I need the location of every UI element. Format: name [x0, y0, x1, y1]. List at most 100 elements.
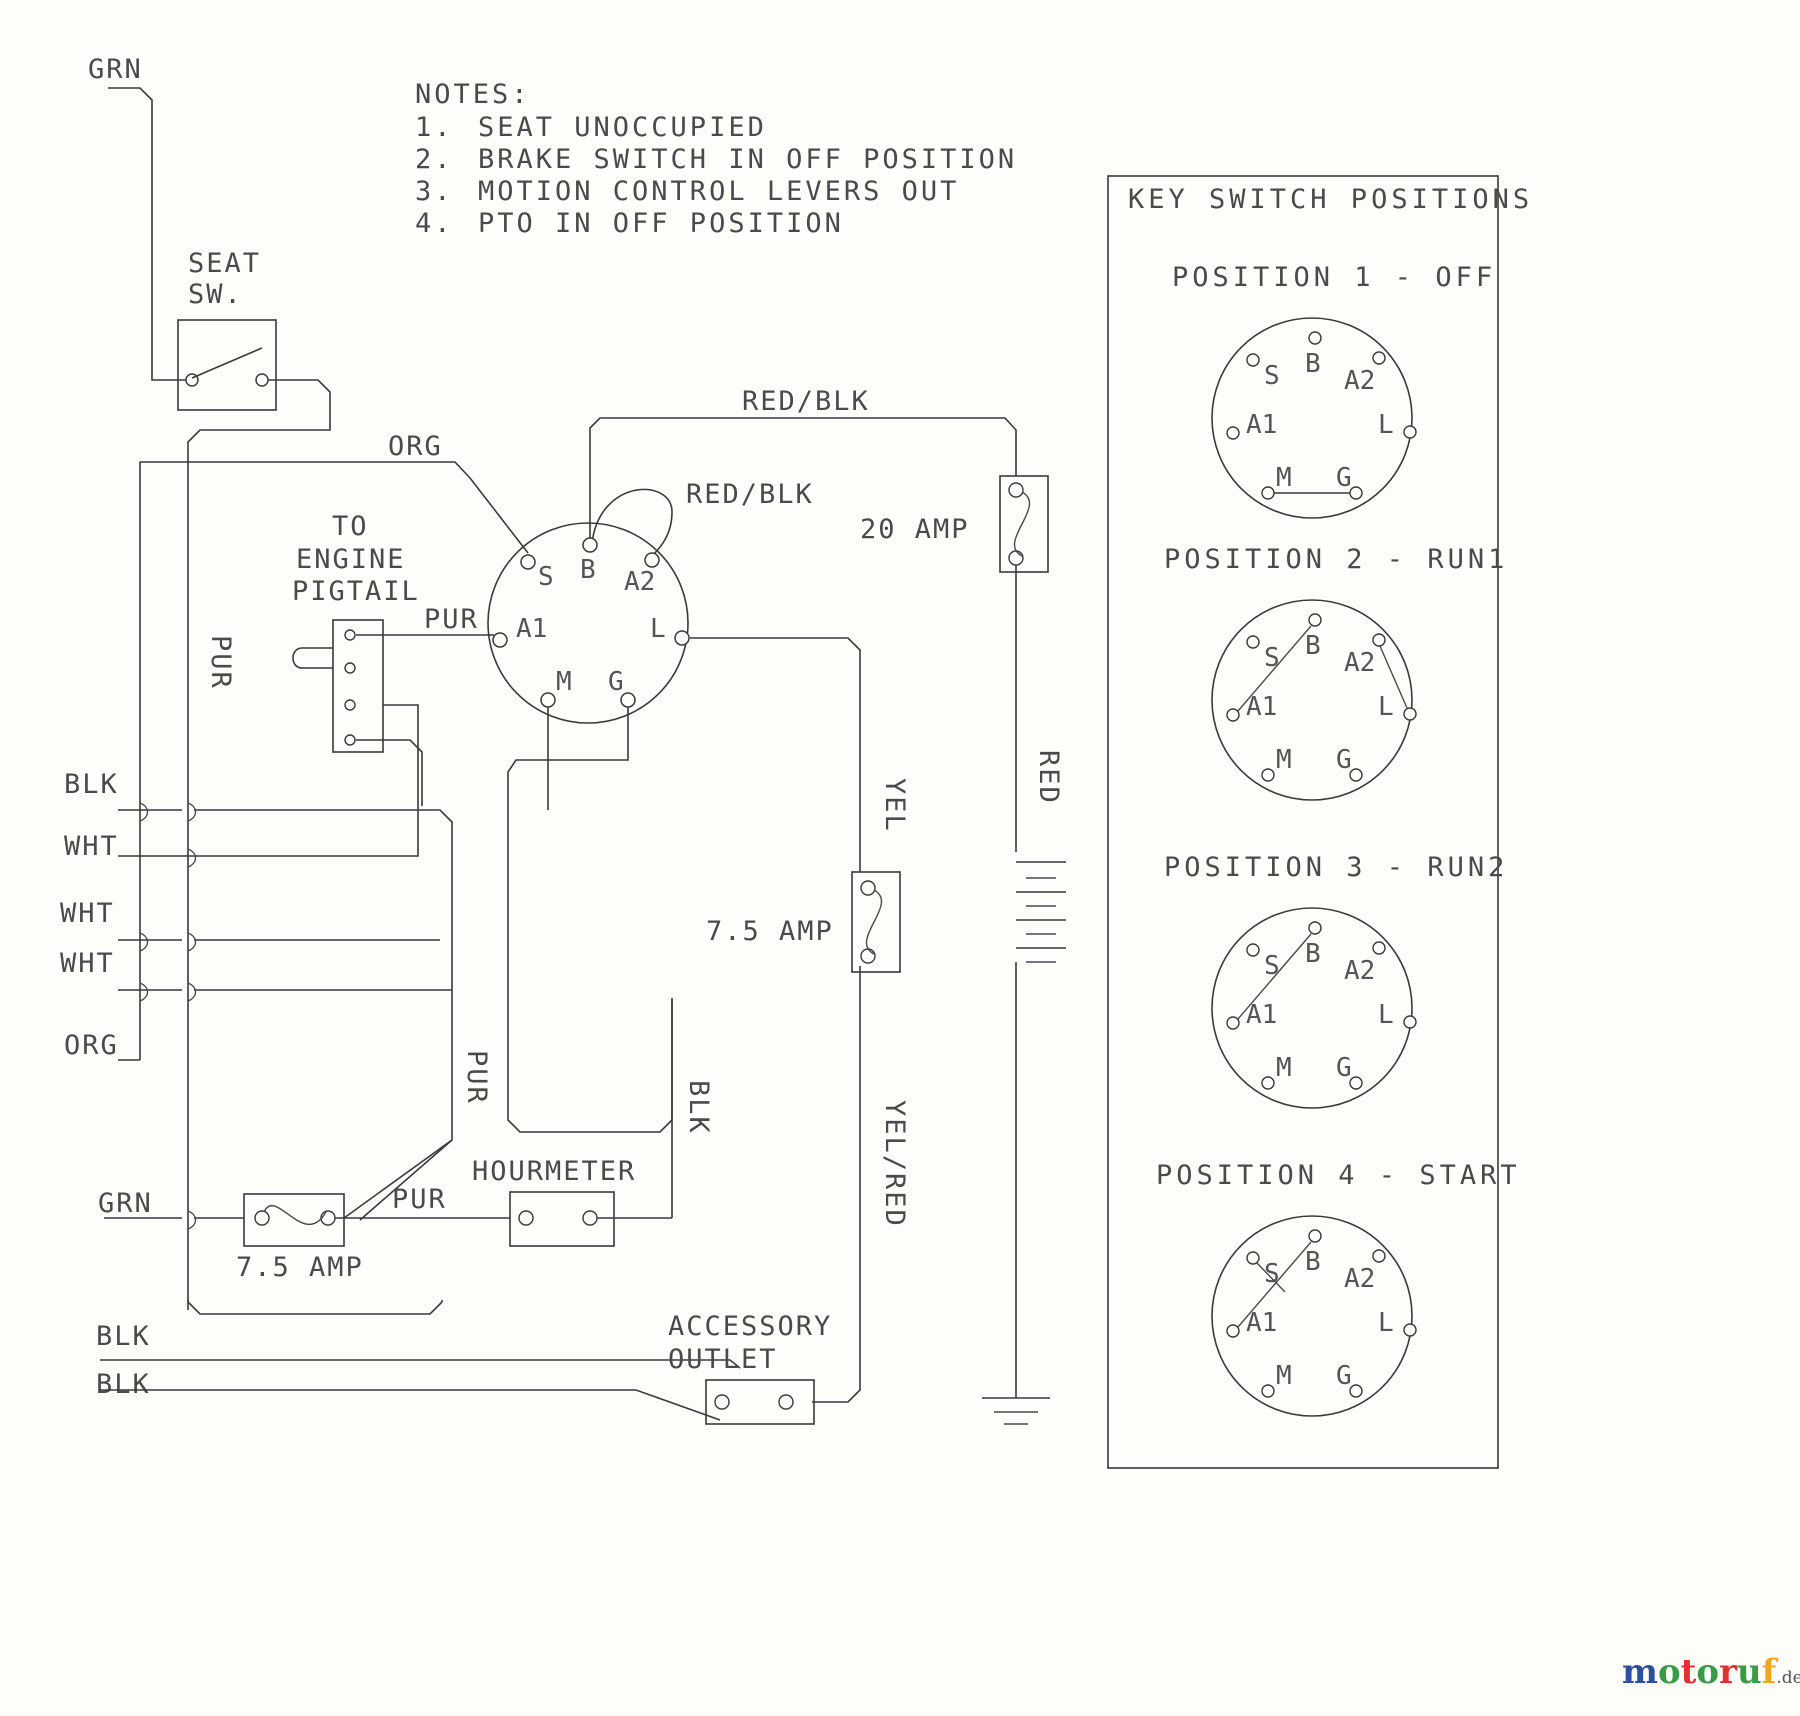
wire-label-org-top: ORG	[388, 431, 443, 462]
schematic-drawing: NOTES: 1. SEAT UNOCCUPIED 2. BRAKE SWITC…	[60, 54, 1533, 1469]
wire-label-blk-vertical: BLK	[683, 1080, 714, 1135]
hourmeter-terminal-right	[582, 1210, 598, 1226]
pigtail-terminal-1	[344, 629, 356, 641]
seat-switch-label-line1: SEAT	[188, 248, 261, 279]
key-position-3-label: POSITION 3 - RUN2	[1164, 852, 1508, 883]
wire-label-wht-2: WHT	[60, 898, 115, 929]
key-pos4-label-B: B	[1305, 1247, 1321, 1277]
pigtail-terminal-4	[344, 734, 356, 746]
key-pos4-terminal-G	[1349, 1384, 1363, 1398]
key-pos3-terminal-G	[1349, 1076, 1363, 1090]
fuse-20amp-terminal-top	[1008, 482, 1024, 498]
key-pos1-label-M: M	[1276, 463, 1292, 493]
fuse-75amp-bottom-terminal-left	[254, 1210, 270, 1226]
ignition-terminal-label-B: B	[580, 555, 596, 585]
key-pos4-terminal-S	[1246, 1251, 1260, 1265]
engine-pigtail-label-line3: PIGTAIL	[292, 576, 420, 607]
logo-char-r: r	[1719, 1652, 1737, 1692]
key-pos1-terminal-B	[1308, 331, 1322, 345]
wire-label-redblk-switch: RED/BLK	[686, 479, 814, 510]
key-pos3-label-G: G	[1336, 1053, 1352, 1083]
note-1-num: 1.	[415, 112, 454, 143]
key-pos4-terminal-A2	[1372, 1249, 1386, 1263]
key-pos1-terminal-M	[1261, 486, 1275, 500]
key-pos3-label-B: B	[1305, 939, 1321, 969]
logo-suffix: .de	[1776, 1668, 1800, 1688]
ignition-terminal-label-G: G	[608, 667, 624, 697]
motoruf-watermark: motoruf.de	[1622, 1652, 1800, 1692]
ignition-terminal-A2	[644, 552, 660, 568]
key-pos2-terminal-A2	[1372, 633, 1386, 647]
key-position-2-label: POSITION 2 - RUN1	[1164, 544, 1508, 575]
fuse-75amp-right-terminal-bottom	[860, 948, 876, 964]
key-pos1-label-A2: A2	[1344, 366, 1375, 396]
ignition-terminal-M	[540, 692, 556, 708]
hourmeter-label: HOURMETER	[472, 1156, 636, 1187]
notes-heading: NOTES:	[415, 79, 531, 110]
accessory-outlet-label-line1: ACCESSORY	[668, 1311, 832, 1342]
key-pos2-label-G: G	[1336, 745, 1352, 775]
ignition-terminal-label-S: S	[538, 562, 554, 592]
ignition-terminal-B	[582, 537, 598, 553]
key-pos3-label-L: L	[1378, 1000, 1394, 1030]
key-pos1-label-S: S	[1264, 361, 1280, 391]
key-pos1-label-L: L	[1378, 410, 1394, 440]
key-pos1-terminal-S	[1246, 353, 1260, 367]
wire-label-wht-1: WHT	[64, 831, 119, 862]
key-switch-panel-title: KEY SWITCH POSITIONS	[1128, 184, 1533, 215]
ignition-terminal-label-A2: A2	[624, 567, 655, 597]
key-pos4-terminal-M	[1261, 1384, 1275, 1398]
pigtail-terminal-3	[344, 699, 356, 711]
engine-pigtail-label-line2: ENGINE	[296, 544, 406, 575]
engine-pigtail-connector	[332, 619, 384, 753]
fuse-75amp-right-terminal-top	[860, 880, 876, 896]
accessory-outlet-terminal-left	[714, 1394, 730, 1410]
key-pos3-terminal-A2	[1372, 941, 1386, 955]
wire-label-blk-bottom-1: BLK	[96, 1321, 151, 1352]
wire-label-blk-1: BLK	[64, 769, 119, 800]
pigtail-terminal-2	[344, 662, 356, 674]
key-pos4-terminal-B	[1308, 1229, 1322, 1243]
wire-label-wht-3: WHT	[60, 948, 115, 979]
fuse-20amp-label: 20 AMP	[860, 514, 970, 545]
engine-pigtail-label-line1: TO	[332, 511, 369, 542]
key-pos1-label-A1: A1	[1246, 410, 1277, 440]
note-3-num: 3.	[415, 176, 454, 207]
key-pos3-label-S: S	[1264, 951, 1280, 981]
wire-label-pur-mid: PUR	[461, 1050, 492, 1105]
wiring-diagram-canvas: NOTES: 1. SEAT UNOCCUPIED 2. BRAKE SWITC…	[0, 0, 1800, 1716]
key-pos4-label-M: M	[1276, 1361, 1292, 1391]
note-2-text: BRAKE SWITCH IN OFF POSITION	[478, 144, 1017, 175]
key-pos2-terminal-L	[1403, 707, 1417, 721]
logo-char-u: u	[1737, 1652, 1762, 1692]
key-pos2-label-L: L	[1378, 692, 1394, 722]
key-pos1-terminal-L	[1403, 425, 1417, 439]
seat-switch-body	[177, 319, 277, 411]
logo-char-o1: o	[1657, 1652, 1681, 1692]
fuse-75amp-bottom-terminal-right	[320, 1210, 336, 1226]
key-pos2-terminal-A1	[1226, 708, 1240, 722]
key-pos3-terminal-B	[1308, 921, 1322, 935]
wire-label-yel: YEL	[879, 778, 910, 833]
key-pos4-label-A2: A2	[1344, 1264, 1375, 1294]
note-4-num: 4.	[415, 208, 454, 239]
wire-label-grn-top: GRN	[88, 54, 143, 85]
key-pos3-label-A2: A2	[1344, 956, 1375, 986]
key-switch-panel	[1107, 175, 1499, 1469]
ignition-terminal-label-M: M	[556, 667, 572, 697]
key-pos1-label-B: B	[1305, 349, 1321, 379]
ignition-terminal-L	[674, 630, 690, 646]
key-pos2-label-A2: A2	[1344, 648, 1375, 678]
ignition-terminal-label-L: L	[650, 614, 666, 644]
fuse-75amp-bottom-label: 7.5 AMP	[236, 1252, 364, 1283]
wire-label-red: RED	[1033, 750, 1064, 805]
logo-char-t: t	[1680, 1652, 1697, 1692]
ignition-terminal-S	[520, 554, 536, 570]
key-pos1-terminal-G	[1349, 486, 1363, 500]
key-pos3-terminal-A1	[1226, 1016, 1240, 1030]
seat-switch-terminal-right	[255, 373, 269, 387]
accessory-outlet-label-line2: OUTLET	[668, 1344, 778, 1375]
wire-label-pur-left: PUR	[205, 635, 236, 690]
logo-char-o2: o	[1696, 1652, 1720, 1692]
key-pos2-terminal-M	[1261, 768, 1275, 782]
